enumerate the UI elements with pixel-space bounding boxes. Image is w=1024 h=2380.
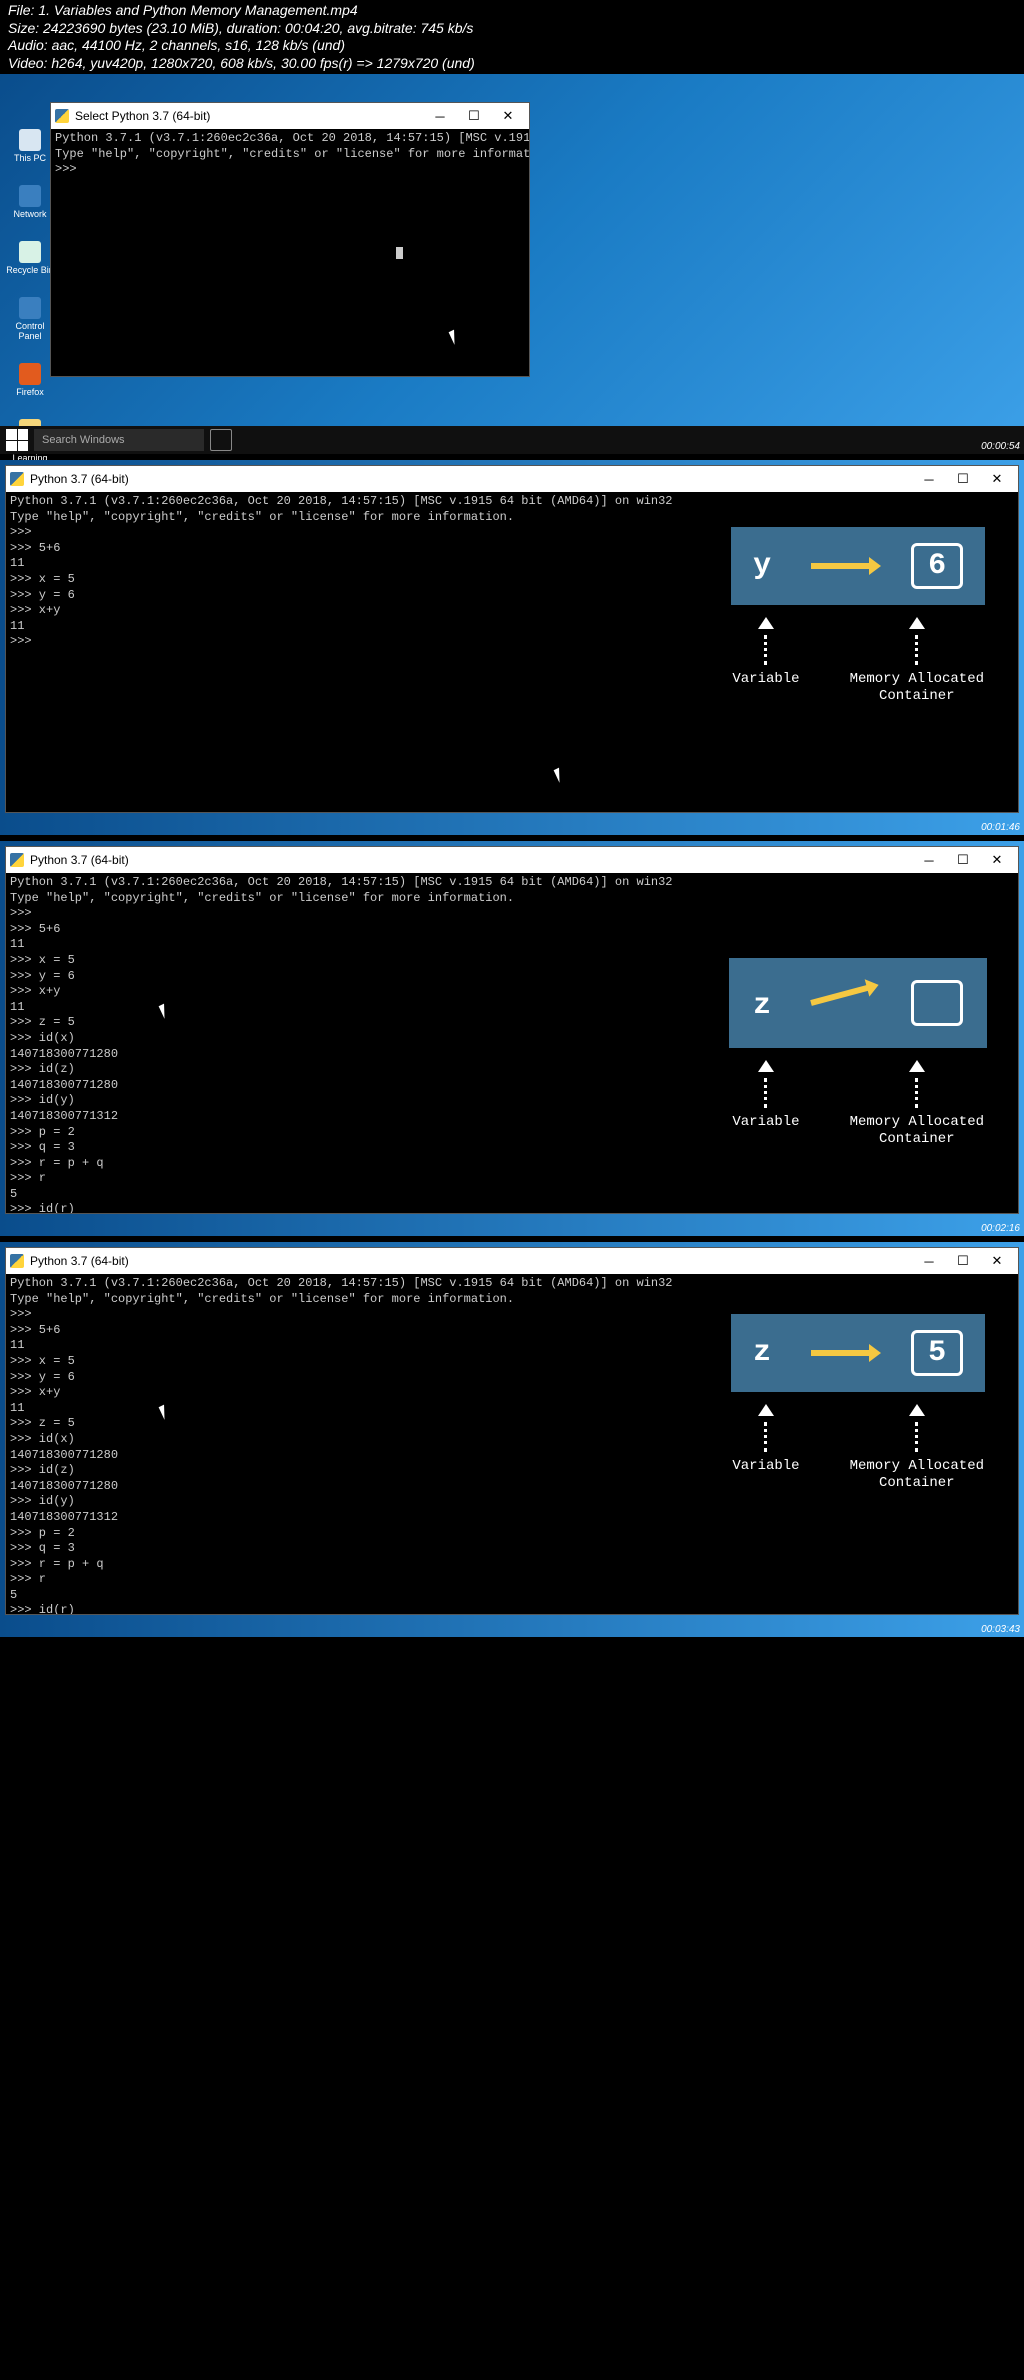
arrow-icon bbox=[811, 1350, 871, 1356]
mouse-cursor-icon bbox=[161, 1003, 173, 1021]
diagram-variable: y bbox=[753, 547, 771, 586]
arrow-icon bbox=[811, 563, 871, 569]
close-button[interactable]: ✕ bbox=[980, 849, 1014, 871]
up-arrow-icon bbox=[909, 1060, 925, 1072]
window-controls: ─ ☐ ✕ bbox=[912, 468, 1014, 490]
python-icon bbox=[10, 472, 24, 486]
python-icon bbox=[55, 109, 69, 123]
container-label: Memory Allocated Container bbox=[850, 1114, 984, 1148]
memory-diagram: z 5 Variable Memory Allocated Container bbox=[728, 1314, 988, 1492]
minimize-button[interactable]: ─ bbox=[912, 1250, 946, 1272]
memory-diagram: y 6 Variable Memory Allocated Container bbox=[728, 527, 988, 705]
window-title: Select Python 3.7 (64-bit) bbox=[75, 109, 210, 123]
terminal-output[interactable]: Python 3.7.1 (v3.7.1:260ec2c36a, Oct 20 … bbox=[51, 129, 529, 376]
timestamp: 00:02:16 bbox=[981, 1223, 1020, 1234]
container-label: Memory Allocated Container bbox=[850, 671, 984, 705]
desktop-icon-control-panel[interactable]: Control Panel bbox=[6, 297, 54, 341]
frame-2: Python 3.7 (64-bit) ─ ☐ ✕ Python 3.7.1 (… bbox=[0, 460, 1024, 835]
python-window-4: Python 3.7 (64-bit) ─ ☐ ✕ Python 3.7.1 (… bbox=[5, 1247, 1019, 1615]
task-view-icon[interactable] bbox=[210, 429, 232, 451]
diagram-labels: Variable Memory Allocated Container bbox=[728, 1060, 988, 1148]
timestamp: 00:01:46 bbox=[981, 822, 1020, 833]
search-input[interactable]: Search Windows bbox=[34, 429, 204, 451]
up-arrow-icon bbox=[758, 1060, 774, 1072]
window-controls: ─ ☐ ✕ bbox=[912, 1250, 1014, 1272]
python-window-1: Select Python 3.7 (64-bit) ─ ☐ ✕ Python … bbox=[50, 102, 530, 377]
container-label: Memory Allocated Container bbox=[850, 1458, 984, 1492]
mouse-cursor-icon bbox=[556, 767, 568, 785]
python-window-2: Python 3.7 (64-bit) ─ ☐ ✕ Python 3.7.1 (… bbox=[5, 465, 1019, 813]
arrow-icon bbox=[810, 985, 870, 1006]
frame-1-desktop: This PC Network Recycle Bin Control Pane… bbox=[0, 74, 1024, 454]
up-arrow-icon bbox=[909, 1404, 925, 1416]
up-arrow-icon bbox=[909, 617, 925, 629]
file-line: File: 1. Variables and Python Memory Man… bbox=[8, 2, 1016, 20]
dotted-line-icon bbox=[915, 635, 918, 665]
dotted-line-icon bbox=[764, 1422, 767, 1452]
diagram-box: z 5 bbox=[731, 1314, 985, 1392]
window-title: Python 3.7 (64-bit) bbox=[30, 472, 129, 486]
diagram-variable: z bbox=[753, 1334, 771, 1373]
variable-label: Variable bbox=[732, 1114, 799, 1131]
titlebar[interactable]: Python 3.7 (64-bit) ─ ☐ ✕ bbox=[6, 847, 1018, 873]
frame-4: Python 3.7 (64-bit) ─ ☐ ✕ Python 3.7.1 (… bbox=[0, 1242, 1024, 1637]
titlebar[interactable]: Python 3.7 (64-bit) ─ ☐ ✕ bbox=[6, 466, 1018, 492]
variable-label: Variable bbox=[732, 671, 799, 688]
size-line: Size: 24223690 bytes (23.10 MiB), durati… bbox=[8, 20, 1016, 38]
minimize-button[interactable]: ─ bbox=[912, 468, 946, 490]
text-cursor bbox=[396, 247, 403, 259]
diagram-labels: Variable Memory Allocated Container bbox=[728, 617, 988, 705]
up-arrow-icon bbox=[758, 1404, 774, 1416]
diagram-value: 6 bbox=[911, 543, 963, 589]
diagram-box: z bbox=[729, 958, 987, 1048]
up-arrow-icon bbox=[758, 617, 774, 629]
window-controls: ─ ☐ ✕ bbox=[912, 849, 1014, 871]
frame-3: Python 3.7 (64-bit) ─ ☐ ✕ Python 3.7.1 (… bbox=[0, 841, 1024, 1236]
dotted-line-icon bbox=[915, 1422, 918, 1452]
desktop-icon-recycle-bin[interactable]: Recycle Bin bbox=[6, 241, 54, 275]
minimize-button[interactable]: ─ bbox=[912, 849, 946, 871]
dotted-line-icon bbox=[764, 635, 767, 665]
desktop-icon-this-pc[interactable]: This PC bbox=[6, 129, 54, 163]
python-icon bbox=[10, 1254, 24, 1268]
diagram-variable: z bbox=[753, 987, 771, 1026]
titlebar[interactable]: Python 3.7 (64-bit) ─ ☐ ✕ bbox=[6, 1248, 1018, 1274]
maximize-button[interactable]: ☐ bbox=[946, 468, 980, 490]
close-button[interactable]: ✕ bbox=[491, 105, 525, 127]
timestamp: 00:00:54 bbox=[981, 441, 1020, 452]
taskbar: Search Windows bbox=[0, 426, 1024, 454]
minimize-button[interactable]: ─ bbox=[423, 105, 457, 127]
diagram-value: 5 bbox=[911, 1330, 963, 1376]
mouse-cursor-icon bbox=[451, 329, 463, 347]
titlebar[interactable]: Select Python 3.7 (64-bit) ─ ☐ ✕ bbox=[51, 103, 529, 129]
terminal-output[interactable]: Python 3.7.1 (v3.7.1:260ec2c36a, Oct 20 … bbox=[6, 492, 1018, 812]
audio-line: Audio: aac, 44100 Hz, 2 channels, s16, 1… bbox=[8, 37, 1016, 55]
window-title: Python 3.7 (64-bit) bbox=[30, 1254, 129, 1268]
window-title: Python 3.7 (64-bit) bbox=[30, 853, 129, 867]
terminal-output[interactable]: Python 3.7.1 (v3.7.1:260ec2c36a, Oct 20 … bbox=[6, 1274, 1018, 1614]
memory-diagram: z Variable Memory Allocated Container bbox=[728, 958, 988, 1148]
diagram-value bbox=[911, 980, 963, 1026]
dotted-line-icon bbox=[915, 1078, 918, 1108]
close-button[interactable]: ✕ bbox=[980, 468, 1014, 490]
terminal-output[interactable]: Python 3.7.1 (v3.7.1:260ec2c36a, Oct 20 … bbox=[6, 873, 1018, 1213]
maximize-button[interactable]: ☐ bbox=[457, 105, 491, 127]
dotted-line-icon bbox=[764, 1078, 767, 1108]
diagram-box: y 6 bbox=[731, 527, 985, 605]
maximize-button[interactable]: ☐ bbox=[946, 1250, 980, 1272]
mouse-cursor-icon bbox=[161, 1404, 173, 1422]
window-controls: ─ ☐ ✕ bbox=[423, 105, 525, 127]
close-button[interactable]: ✕ bbox=[980, 1250, 1014, 1272]
variable-label: Variable bbox=[732, 1458, 799, 1475]
python-window-3: Python 3.7 (64-bit) ─ ☐ ✕ Python 3.7.1 (… bbox=[5, 846, 1019, 1214]
start-button[interactable] bbox=[6, 429, 28, 451]
media-info-header: File: 1. Variables and Python Memory Man… bbox=[0, 0, 1024, 74]
maximize-button[interactable]: ☐ bbox=[946, 849, 980, 871]
timestamp: 00:03:43 bbox=[981, 1624, 1020, 1635]
desktop-icon-firefox[interactable]: Firefox bbox=[6, 363, 54, 397]
python-icon bbox=[10, 853, 24, 867]
video-line: Video: h264, yuv420p, 1280x720, 608 kb/s… bbox=[8, 55, 1016, 73]
diagram-labels: Variable Memory Allocated Container bbox=[728, 1404, 988, 1492]
desktop-icon-network[interactable]: Network bbox=[6, 185, 54, 219]
